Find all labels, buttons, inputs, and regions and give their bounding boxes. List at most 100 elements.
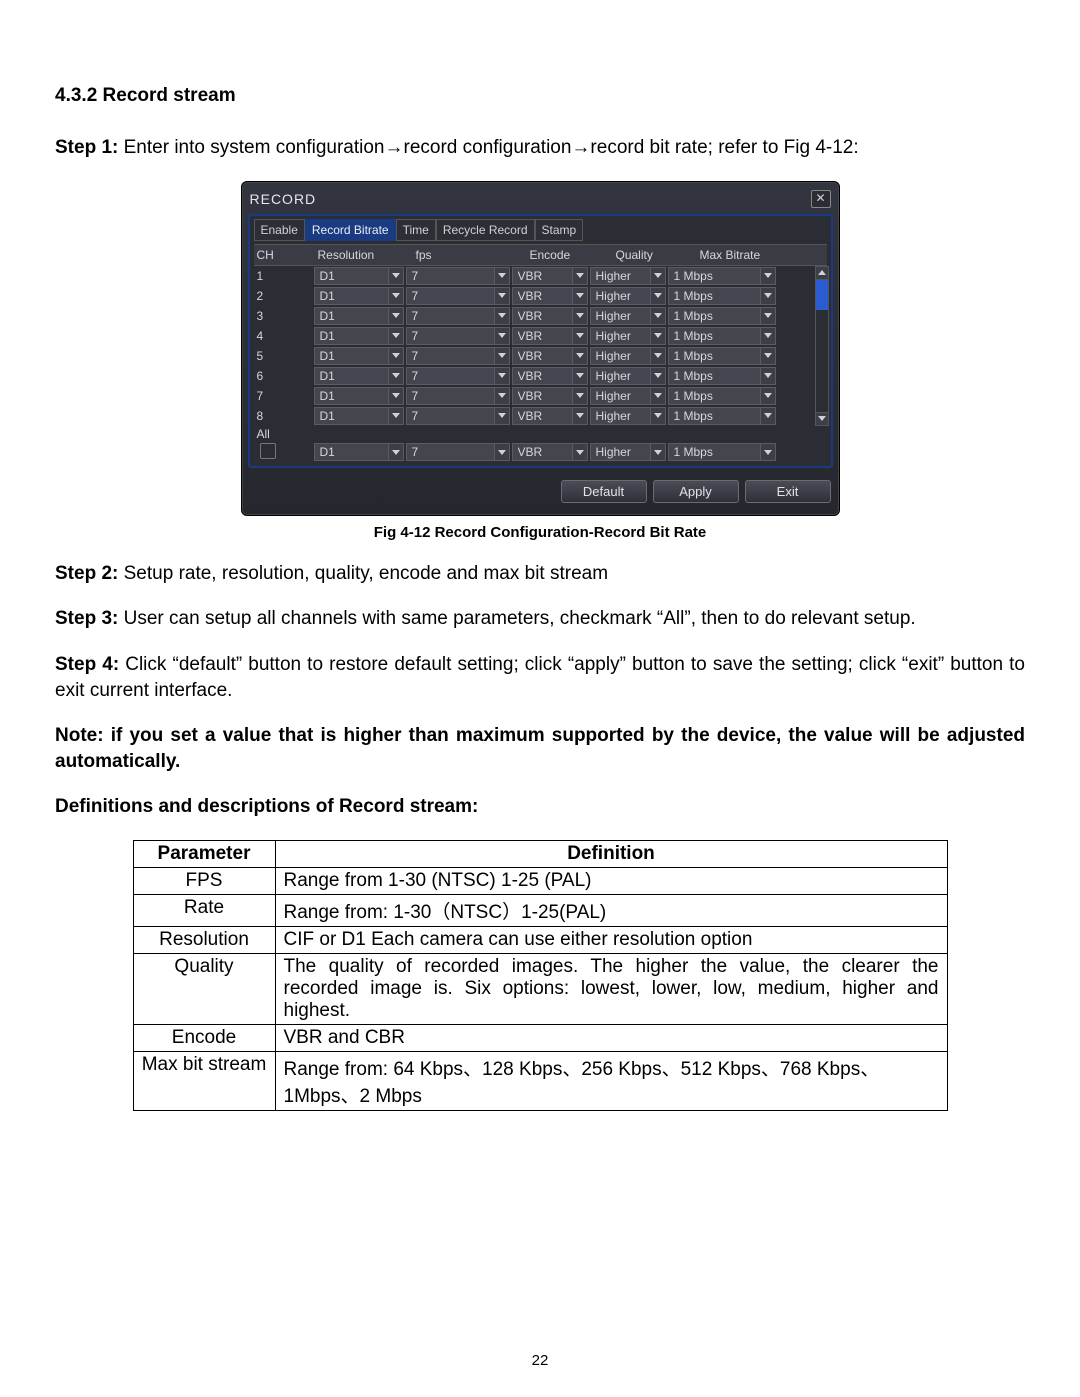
- encode-select[interactable]: VBR: [512, 327, 588, 345]
- apply-button[interactable]: Apply: [653, 480, 739, 503]
- exit-button[interactable]: Exit: [745, 480, 831, 503]
- tab-enable[interactable]: Enable: [254, 219, 305, 241]
- encode-select[interactable]: VBR: [512, 347, 588, 365]
- figure-caption: Fig 4-12 Record Configuration-Record Bit…: [374, 524, 707, 541]
- maxbitrate-select[interactable]: 1 Mbps: [668, 307, 776, 325]
- all-fps-select[interactable]: 7: [406, 443, 510, 461]
- col-parameter: Parameter: [133, 841, 275, 868]
- step-3-text: User can setup all channels with same pa…: [118, 608, 915, 629]
- all-maxbitrate-select[interactable]: 1 Mbps: [668, 443, 776, 461]
- fps-select[interactable]: 7: [406, 407, 510, 425]
- quality-select[interactable]: Higher: [590, 287, 666, 305]
- all-encode-select[interactable]: VBR: [512, 443, 588, 461]
- resolution-select[interactable]: D1: [314, 287, 404, 305]
- scrollbar[interactable]: [815, 266, 829, 426]
- definition-cell: Range from: 64 Kbps、128 Kbps、256 Kbps、51…: [275, 1052, 947, 1111]
- chevron-down-icon: [760, 308, 775, 324]
- resolution-select[interactable]: D1: [314, 327, 404, 345]
- step-1-text: Enter into system configuration→record c…: [118, 137, 858, 158]
- close-icon[interactable]: ✕: [811, 190, 831, 208]
- maxbitrate-select[interactable]: 1 Mbps: [668, 327, 776, 345]
- chevron-down-icon: [388, 268, 403, 284]
- fps-select[interactable]: 7: [406, 347, 510, 365]
- chevron-down-icon: [650, 348, 665, 364]
- all-resolution-select[interactable]: D1: [314, 443, 404, 461]
- chevron-down-icon: [572, 328, 587, 344]
- tab-stamp[interactable]: Stamp: [535, 219, 584, 241]
- chevron-down-icon: [494, 268, 509, 284]
- definition-cell: The quality of recorded images. The high…: [275, 954, 947, 1025]
- scroll-down-icon[interactable]: [816, 412, 828, 425]
- maxbitrate-select[interactable]: 1 Mbps: [668, 367, 776, 385]
- resolution-select[interactable]: D1: [314, 387, 404, 405]
- table-row: 2D17VBRHigher1 Mbps: [254, 286, 815, 306]
- encode-select[interactable]: VBR: [512, 267, 588, 285]
- channel-label: 4: [254, 329, 312, 343]
- fps-select[interactable]: 7: [406, 307, 510, 325]
- table-row: 4D17VBRHigher1 Mbps: [254, 326, 815, 346]
- fps-select[interactable]: 7: [406, 387, 510, 405]
- definition-cell: Range from: 1-30（NTSC）1-25(PAL): [275, 895, 947, 927]
- fps-select[interactable]: 7: [406, 367, 510, 385]
- tab-time[interactable]: Time: [396, 219, 436, 241]
- maxbitrate-select[interactable]: 1 Mbps: [668, 347, 776, 365]
- fps-select[interactable]: 7: [406, 327, 510, 345]
- resolution-select[interactable]: D1: [314, 267, 404, 285]
- quality-select[interactable]: Higher: [590, 407, 666, 425]
- all-quality-select[interactable]: Higher: [590, 443, 666, 461]
- step-2-text: Setup rate, resolution, quality, encode …: [118, 563, 608, 584]
- chevron-down-icon: [388, 388, 403, 404]
- scroll-up-icon[interactable]: [816, 267, 828, 280]
- tab-recycle-record[interactable]: Recycle Record: [436, 219, 535, 241]
- chevron-down-icon: [388, 368, 403, 384]
- table-row: EncodeVBR and CBR: [133, 1025, 947, 1052]
- encode-select[interactable]: VBR: [512, 307, 588, 325]
- scroll-thumb[interactable]: [816, 280, 828, 310]
- chevron-down-icon: [650, 388, 665, 404]
- definitions-table: Parameter Definition FPSRange from 1-30 …: [133, 840, 948, 1111]
- chevron-down-icon: [760, 444, 775, 460]
- step-1-label: Step 1:: [55, 137, 118, 158]
- fps-select[interactable]: 7: [406, 287, 510, 305]
- channel-label: 7: [254, 389, 312, 403]
- resolution-select[interactable]: D1: [314, 347, 404, 365]
- chevron-down-icon: [650, 288, 665, 304]
- quality-select[interactable]: Higher: [590, 327, 666, 345]
- channel-label: 5: [254, 349, 312, 363]
- default-button[interactable]: Default: [561, 480, 647, 503]
- quality-select[interactable]: Higher: [590, 267, 666, 285]
- chevron-down-icon: [760, 388, 775, 404]
- maxbitrate-select[interactable]: 1 Mbps: [668, 407, 776, 425]
- chevron-down-icon: [650, 328, 665, 344]
- quality-select[interactable]: Higher: [590, 307, 666, 325]
- table-header-row: Parameter Definition: [133, 841, 947, 868]
- step-4-text: Click “default” button to restore defaul…: [55, 654, 1025, 701]
- table-row: 3D17VBRHigher1 Mbps: [254, 306, 815, 326]
- chevron-down-icon: [388, 288, 403, 304]
- resolution-select[interactable]: D1: [314, 367, 404, 385]
- fps-select[interactable]: 7: [406, 267, 510, 285]
- resolution-select[interactable]: D1: [314, 307, 404, 325]
- quality-select[interactable]: Higher: [590, 367, 666, 385]
- chevron-down-icon: [494, 368, 509, 384]
- quality-select[interactable]: Higher: [590, 387, 666, 405]
- table-row: QualityThe quality of recorded images. T…: [133, 954, 947, 1025]
- chevron-down-icon: [494, 444, 509, 460]
- chevron-down-icon: [388, 308, 403, 324]
- maxbitrate-select[interactable]: 1 Mbps: [668, 387, 776, 405]
- maxbitrate-select[interactable]: 1 Mbps: [668, 287, 776, 305]
- param-cell: Rate: [133, 895, 275, 927]
- quality-select[interactable]: Higher: [590, 347, 666, 365]
- table-row: Max bit streamRange from: 64 Kbps、128 Kb…: [133, 1052, 947, 1111]
- resolution-select[interactable]: D1: [314, 407, 404, 425]
- tab-record-bitrate[interactable]: Record Bitrate: [305, 219, 396, 241]
- encode-select[interactable]: VBR: [512, 407, 588, 425]
- maxbitrate-select[interactable]: 1 Mbps: [668, 267, 776, 285]
- encode-select[interactable]: VBR: [512, 387, 588, 405]
- chevron-down-icon: [760, 328, 775, 344]
- step-4-label: Step 4:: [55, 654, 119, 675]
- encode-select[interactable]: VBR: [512, 287, 588, 305]
- table-row: ResolutionCIF or D1 Each camera can use …: [133, 927, 947, 954]
- encode-select[interactable]: VBR: [512, 367, 588, 385]
- all-checkbox[interactable]: [260, 443, 276, 459]
